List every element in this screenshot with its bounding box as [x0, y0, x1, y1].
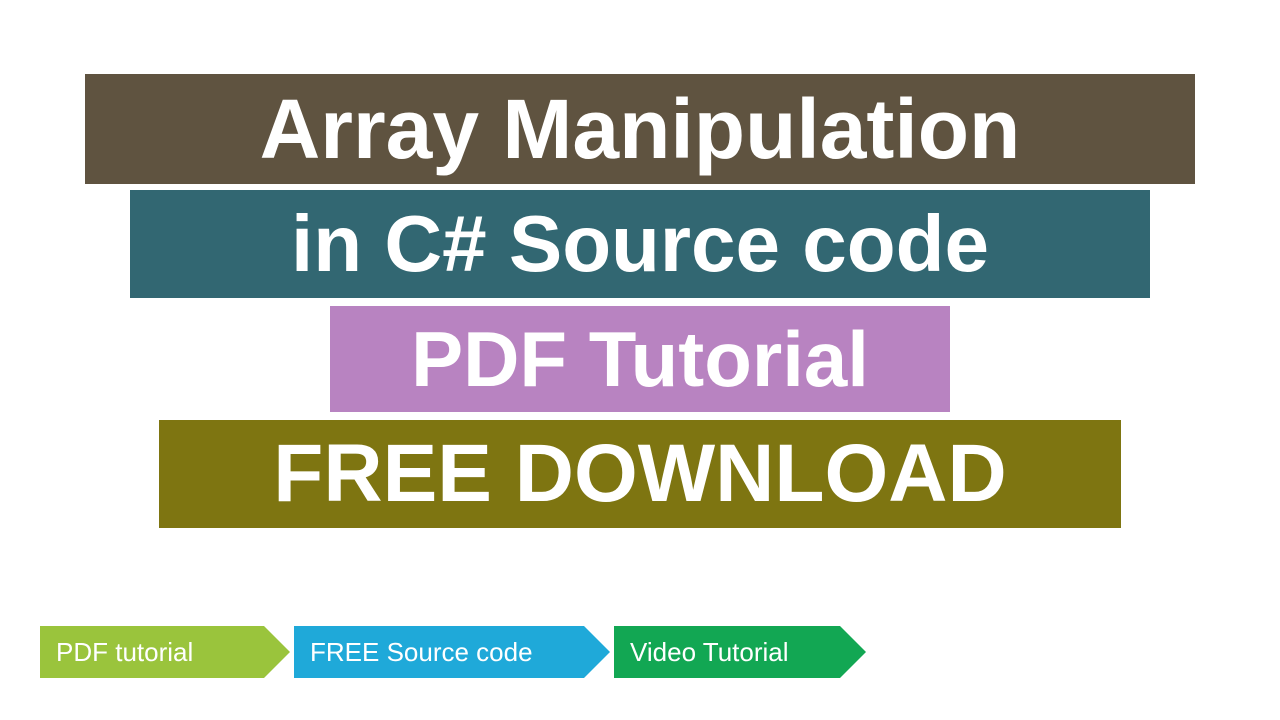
banner-line-1: Array Manipulation — [85, 74, 1195, 184]
chevron-video-tutorial: Video Tutorial — [614, 626, 840, 678]
title-banner-stack: Array Manipulation in C# Source code PDF… — [0, 74, 1280, 528]
banner-line-2: in C# Source code — [130, 190, 1150, 298]
banner-line-4: FREE DOWNLOAD — [159, 420, 1121, 528]
chevron-free-source-code: FREE Source code — [294, 626, 584, 678]
banner-line-3: PDF Tutorial — [330, 306, 950, 412]
chevron-pdf-tutorial: PDF tutorial — [40, 626, 264, 678]
chevron-row: PDF tutorial FREE Source code Video Tuto… — [40, 626, 844, 678]
